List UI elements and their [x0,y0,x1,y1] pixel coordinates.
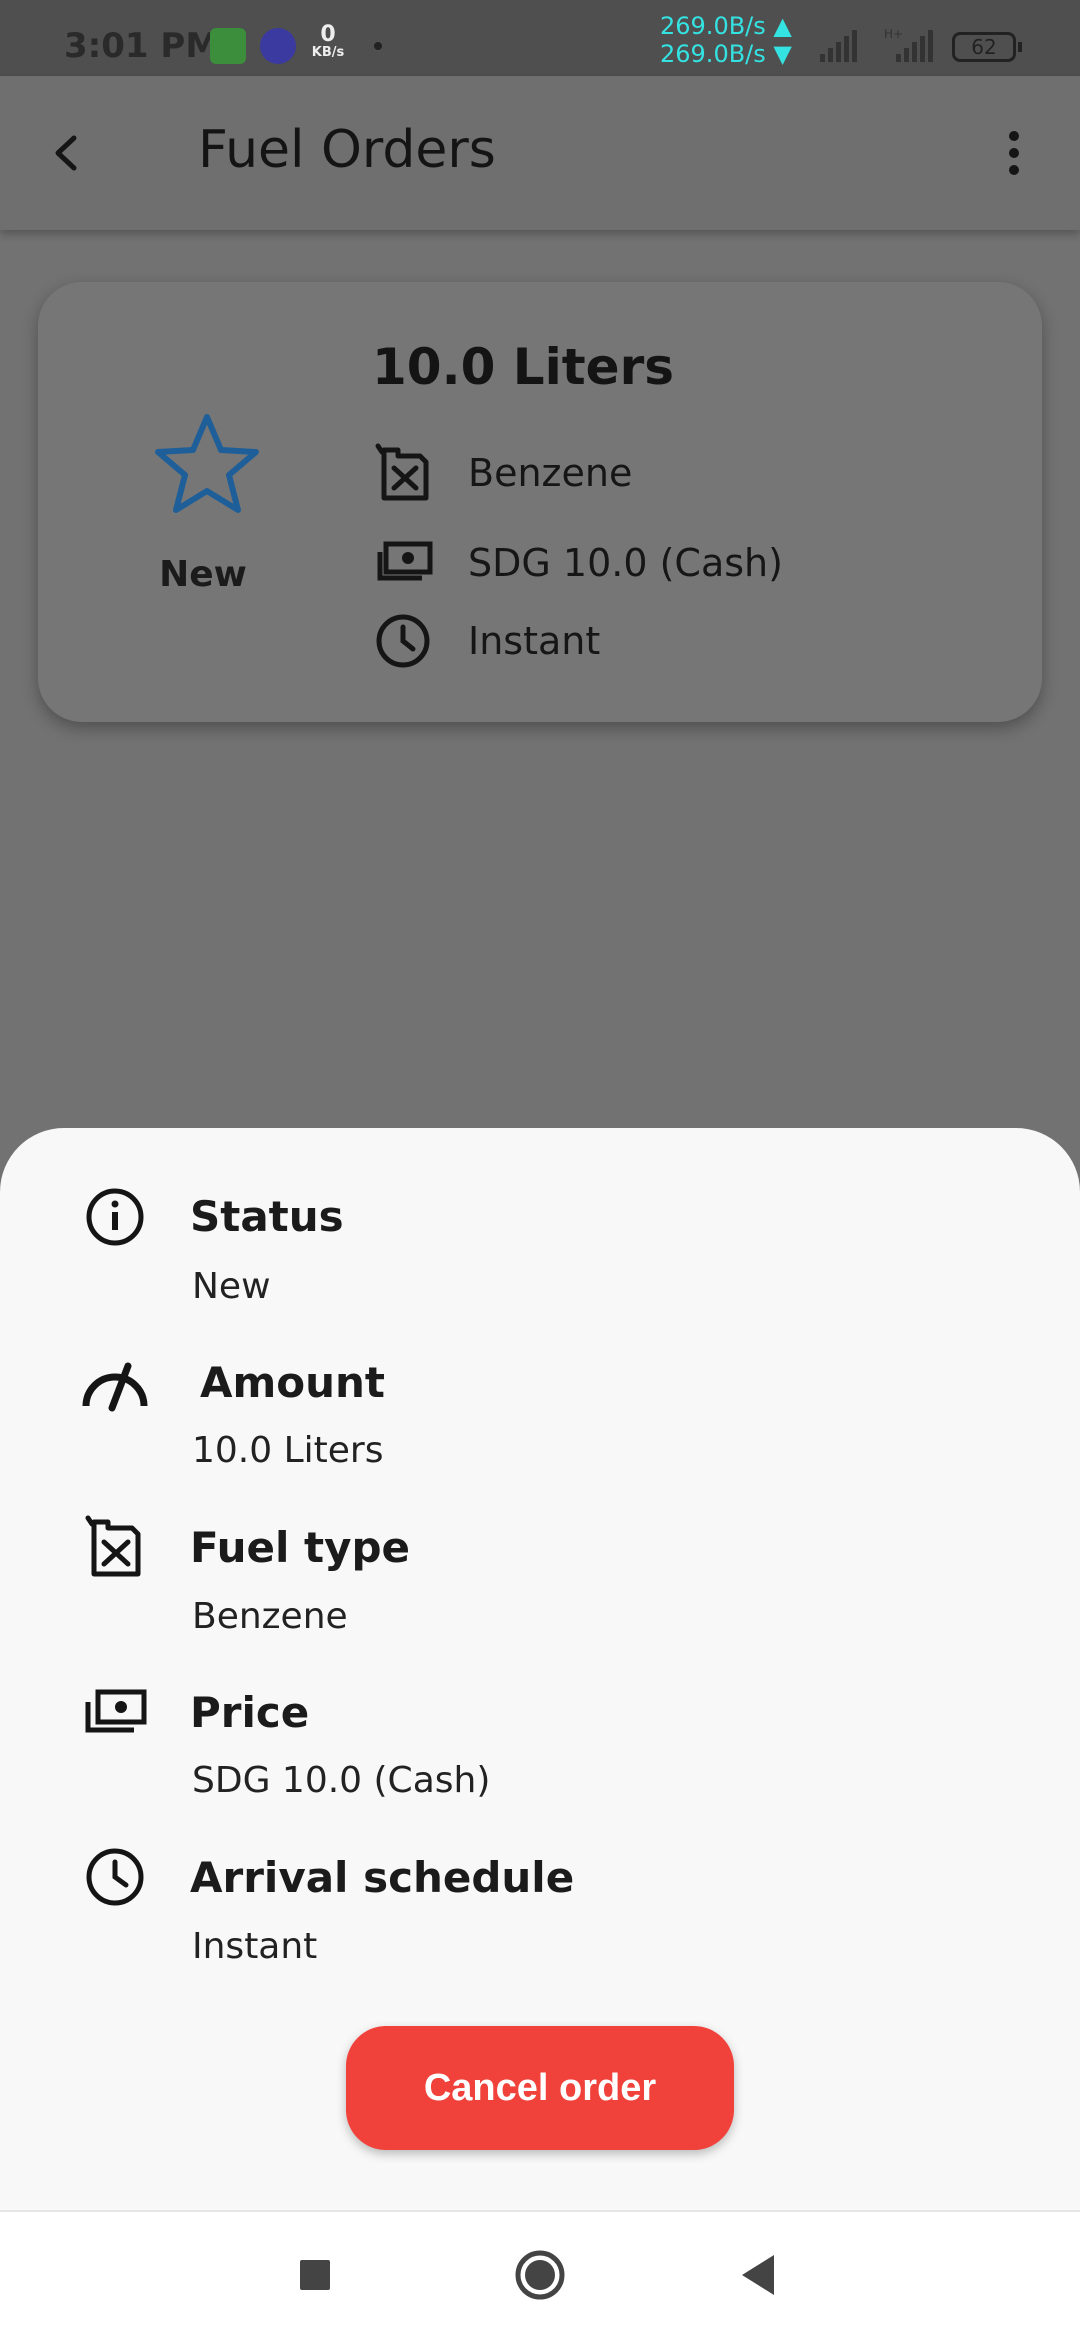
status-label: Status [190,1192,344,1241]
system-nav-bar [0,2210,1080,2340]
back-triangle-icon[interactable] [724,2240,794,2310]
speed-unit: KB/s [311,45,345,60]
upload-speed: 269.0B/s ▲ [660,12,792,40]
price-label: Price [190,1688,310,1737]
order-fuel-type: Benzene [468,451,633,495]
status-time: 3:01 PM [64,26,220,66]
amount-value: 10.0 Liters [192,1430,384,1471]
speedometer-icon [82,1362,148,1412]
notification-dot-icon [374,42,382,50]
order-price: SDG 10.0 (Cash) [468,541,783,585]
amount-label: Amount [200,1358,386,1407]
back-arrow-icon[interactable] [40,116,96,190]
speed-value: 0 [320,22,336,47]
signal-h-plus-icon: H+ [884,27,933,62]
cash-icon [377,541,433,581]
download-speed: 269.0B/s ▼ [660,40,792,68]
clock-icon [376,614,430,668]
arrival-schedule-label: Arrival schedule [190,1853,575,1902]
order-fuel-row: Benzene [372,442,632,504]
page-title: Fuel Orders [198,120,496,180]
info-icon [86,1188,144,1246]
battery-indicator: 62 [952,32,1022,62]
order-schedule-row: Instant [372,610,600,672]
fuel-can-icon [85,1515,141,1577]
speed-indicator: 0 KB/s [308,22,348,60]
order-price-row: SDG 10.0 (Cash) [372,532,783,594]
fuel-can-icon [375,443,429,501]
fuel-type-value: Benzene [192,1596,348,1637]
recent-apps-icon[interactable] [280,2240,350,2310]
home-icon[interactable] [505,2240,575,2310]
pulse-app-icon [260,28,296,64]
more-options-icon[interactable] [994,116,1034,190]
status-bar: 3:01 PM 0 KB/s 269.0B/s ▲ 269.0B/s ▼ H+ … [0,0,1080,76]
price-value: SDG 10.0 (Cash) [192,1760,491,1801]
app-bar: Fuel Orders [0,76,1080,230]
order-card[interactable]: New 10.0 Liters Benzene SDG 10.0 (Cash) … [38,282,1042,722]
order-amount: 10.0 Liters [372,338,675,396]
clock-icon [86,1848,144,1906]
status-value: New [192,1266,271,1307]
order-status: New [159,554,247,595]
book-app-icon [210,28,246,64]
fuel-type-label: Fuel type [190,1523,411,1572]
cancel-order-button[interactable]: Cancel order [346,2026,734,2150]
arrival-schedule-value: Instant [192,1926,318,1967]
network-speed: 269.0B/s ▲ 269.0B/s ▼ [660,12,792,68]
network-type: H+ [884,27,903,41]
star-icon [155,414,259,513]
cash-icon [85,1689,147,1733]
signal-icon [820,30,857,62]
order-schedule: Instant [468,619,601,663]
